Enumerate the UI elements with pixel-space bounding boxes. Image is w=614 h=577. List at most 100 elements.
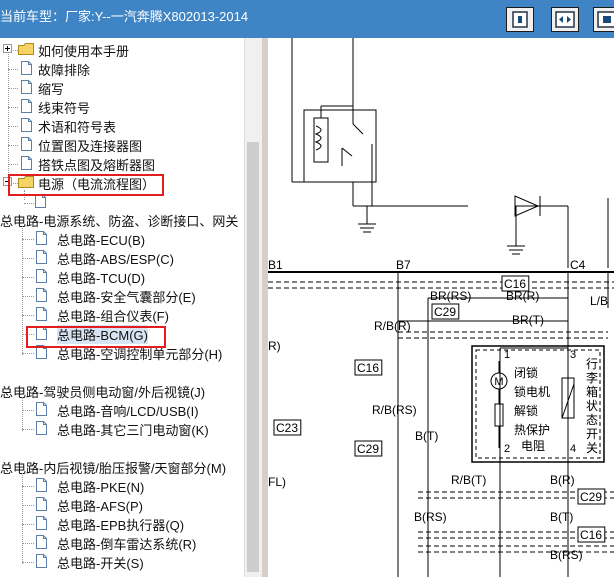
connector-label: C16 <box>580 528 602 542</box>
wire-label: B(T) <box>550 510 573 524</box>
tree-item-label: 术语和符号表 <box>38 120 117 135</box>
tree-item-label: 总电路-其它三门电动窗(K) <box>57 423 209 438</box>
connector-label: C29 <box>434 305 456 319</box>
tree-item[interactable]: 总电路-开关(S) <box>0 552 244 571</box>
tree-item-label: 总电路-EPB执行器(Q) <box>57 518 185 533</box>
tree-item-label: 搭铁点图及熔断器图 <box>38 158 156 173</box>
document-icon <box>21 118 32 132</box>
tree-item[interactable]: 总电路-音响/LCD/USB(I) <box>0 400 244 419</box>
document-icon <box>36 497 47 511</box>
document-icon <box>36 307 47 321</box>
document-icon <box>21 156 32 170</box>
switch-label-char: 箱 <box>586 384 598 399</box>
tree-item[interactable]: 总电路-ABS/ESP(C) <box>0 248 244 267</box>
actuator-label: 电阻 <box>521 439 545 453</box>
tree-scrollbar[interactable] <box>244 38 262 577</box>
pin-label: B1 <box>268 258 283 272</box>
tree-group-header[interactable]: 总电路-内后视镜/胎压报警/天窗部分(M) <box>0 457 244 476</box>
side-label: FL) <box>268 475 286 489</box>
tree-group-header[interactable]: 总电路-驾驶员侧电动窗/外后视镜(J) <box>0 381 244 400</box>
tree-item-label: 总电路-倒车雷达系统(R) <box>57 537 197 552</box>
tree-item[interactable]: 术语和符号表 <box>0 116 244 135</box>
motor-symbol: M <box>494 376 503 388</box>
window-title: 当前车型：厂家:Y--一汽奔腾X802013-2014 <box>0 9 249 24</box>
tree-item[interactable]: 搭铁点图及熔断器图 <box>0 154 244 173</box>
wiring-diagram[interactable]: B1 B7 C4 C16 C29 C16 C29 C23 C29 C16 BR(RS) BR(R) BR… <box>268 38 614 577</box>
tree-item[interactable]: 线束符号 <box>0 97 244 116</box>
tree-item[interactable]: 总电路-ECU(B) <box>0 229 244 248</box>
actuator-label: 热保护 <box>514 423 550 437</box>
wire-label: R/B(RS) <box>372 403 417 417</box>
document-icon <box>36 288 47 302</box>
document-icon <box>36 269 47 283</box>
tree-group-header[interactable]: 总电路-电源系统、防盗、诊断接口、网关 <box>0 210 244 229</box>
side-label: R) <box>268 339 281 353</box>
tree-item[interactable]: 总电路-AFS(P) <box>0 495 244 514</box>
tree-item[interactable]: 缩写 <box>0 78 244 97</box>
tree-item[interactable]: 如何使用本手册 <box>0 40 244 59</box>
tree-item-label: 如何使用本手册 <box>38 44 130 59</box>
tree-item[interactable]: 总电路-组合仪表(F) <box>0 305 244 324</box>
tree-item-label: 总电路-开关(S) <box>57 556 144 571</box>
fit-width-icon <box>555 11 575 28</box>
document-icon <box>36 421 47 435</box>
tree-item[interactable]: 位置图及连接器图 <box>0 135 244 154</box>
tree-item-label: 总电路-驾驶员侧电动窗/外后视镜(J) <box>0 385 206 400</box>
actuator-pin-number: 4 <box>570 443 576 455</box>
tree-item-label: 总电路-ABS/ESP(C) <box>57 252 175 267</box>
actuator-label: 解锁 <box>514 403 538 418</box>
switch-label-char: 关 <box>586 441 598 455</box>
actuator-pin-number: 1 <box>504 349 510 361</box>
document-icon <box>36 516 47 530</box>
actual-size-icon <box>597 11 614 28</box>
wire-label: L/B <box>590 294 608 308</box>
switch-label-char: 李 <box>586 370 598 385</box>
switch-label-char: 态 <box>586 413 598 427</box>
document-icon <box>21 99 32 113</box>
actual-size-button[interactable] <box>593 7 614 32</box>
fit-width-button[interactable] <box>551 7 579 32</box>
annotation-box-power <box>8 174 164 196</box>
tree-item[interactable]: 总电路-其它三门电动窗(K) <box>0 419 244 438</box>
tree-item-label: 总电路-安全气囊部分(E) <box>57 290 196 305</box>
scrollbar-thumb[interactable] <box>247 142 259 572</box>
wire-label: BR(R) <box>506 289 539 303</box>
connector-label: C16 <box>357 361 379 375</box>
actuator-label: 锁电机 <box>514 384 550 399</box>
fit-page-button[interactable] <box>506 7 534 32</box>
diagram-labels: B1 B7 C4C16C29C16C29C23C29C16BR(RS) BR(R)BR… <box>268 258 608 562</box>
actuator-pin-number: 2 <box>504 443 510 455</box>
tree-item[interactable]: 总电路-TCU(D) <box>0 267 244 286</box>
wire-label: R/B(R) <box>374 319 411 333</box>
tree-item[interactable]: 总电路-安全气囊部分(E) <box>0 286 244 305</box>
tree-item-label: 总电路-ECU(B) <box>57 233 146 248</box>
wire-label: B(R) <box>550 473 575 487</box>
tree-item-label: 总电路-内后视镜/胎压报警/天窗部分(M) <box>0 461 227 476</box>
relay-circuit <box>291 38 609 268</box>
tree-item-label: 总电路-AFS(P) <box>57 499 143 514</box>
pin-label: B7 <box>396 258 411 272</box>
tree-item-label: 总电路-组合仪表(F) <box>57 309 169 324</box>
document-icon <box>36 402 47 416</box>
folder-icon <box>18 43 34 55</box>
document-icon <box>35 194 46 208</box>
navigation-tree[interactable]: 如何使用本手册 故障排除 缩写 线束符号术语和符号表 位置图及连接器图搭铁点图及熔断器图… <box>0 38 263 577</box>
wire-label: BR(RS) <box>430 289 471 303</box>
tree-item[interactable]: 总电路-EPB执行器(Q) <box>0 514 244 533</box>
document-icon <box>21 137 32 151</box>
circuit-diagram-canvas: B1 B7 C4C16C29C16C29C23C29C16BR(RS) BR(R)BR… <box>268 38 614 577</box>
switch-label-char: 状 <box>586 399 598 413</box>
tree-item[interactable]: 总电路-倒车雷达系统(R) <box>0 533 244 552</box>
connector-label: C23 <box>276 421 298 435</box>
tree-item-label: 总电路-TCU(D) <box>57 271 146 286</box>
wire-label: R/B(T) <box>451 473 486 487</box>
tree-item-label: 故障排除 <box>38 63 91 78</box>
annotation-box-bcm <box>26 326 166 348</box>
fit-page-icon <box>512 11 528 28</box>
actuator-pin-number: 3 <box>570 349 576 361</box>
tree-item[interactable]: 总电路-PKE(N) <box>0 476 244 495</box>
wire-label: B(RS) <box>414 510 447 524</box>
tree-item[interactable]: 故障排除 <box>0 59 244 78</box>
expand-icon[interactable] <box>3 44 12 53</box>
wire-label: B(RS) <box>550 548 583 562</box>
